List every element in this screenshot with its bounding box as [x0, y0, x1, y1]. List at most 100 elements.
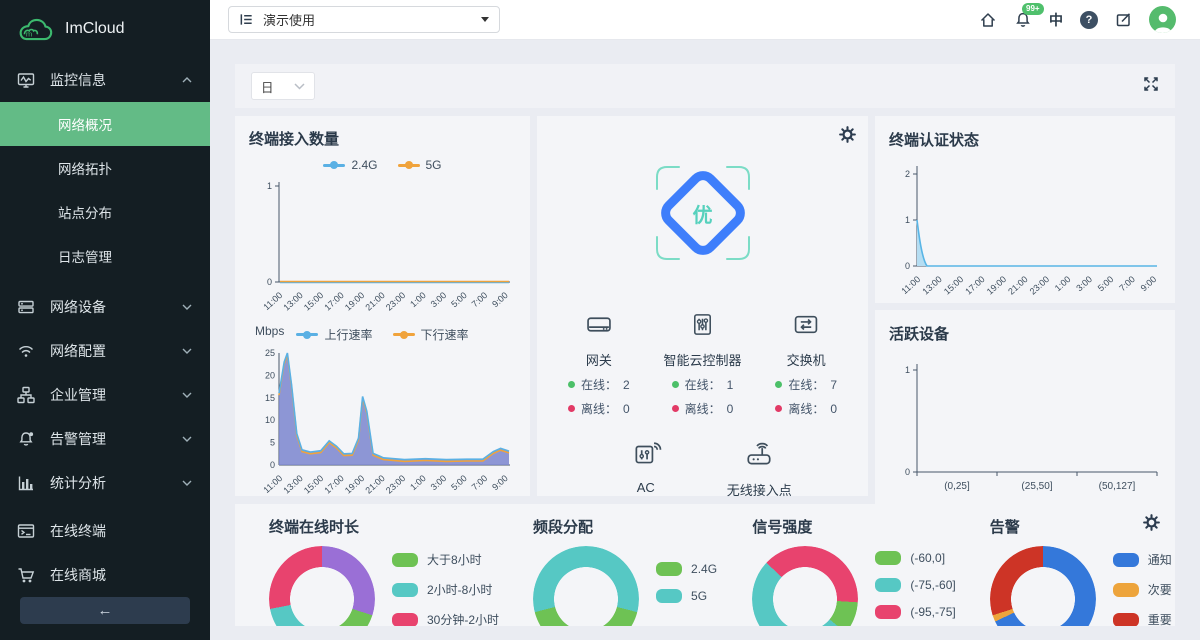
org-selector-value: 演示使用 — [263, 10, 315, 29]
offline-count: 0 — [727, 402, 734, 416]
svg-text:(50,127]: (50,127] — [1099, 481, 1136, 492]
svg-text:11:00: 11:00 — [899, 274, 922, 296]
settings-button[interactable] — [839, 126, 856, 148]
device-switch[interactable]: 交换机 在线：7 离线：0 — [754, 312, 858, 417]
fullscreen-button[interactable] — [1143, 76, 1159, 97]
home-icon — [979, 11, 997, 29]
svg-text:15: 15 — [265, 393, 275, 403]
sidebar-item-label: 网络设备 — [50, 297, 106, 317]
sidebar-item-label: 统计分析 — [50, 473, 106, 493]
switch-icon — [791, 312, 821, 337]
card-title: 信号强度 — [752, 516, 955, 537]
card-title: 活跃设备 — [889, 323, 1161, 344]
legend-item[interactable]: 5G — [656, 589, 717, 603]
card-title: 频段分配 — [533, 516, 718, 537]
health-grade-widget: 优 — [638, 148, 768, 278]
legend-swatch — [875, 605, 901, 619]
legend-item-downlink[interactable]: 下行速率 — [393, 326, 469, 343]
legend-item-24g[interactable]: 2.4G — [323, 158, 377, 172]
legend-item[interactable]: 2.4G — [656, 562, 717, 576]
legend-swatch — [875, 578, 901, 592]
svg-text:3:00: 3:00 — [429, 473, 449, 492]
svg-text:3:00: 3:00 — [429, 290, 449, 309]
legend-item[interactable]: 通知 — [1113, 551, 1172, 568]
card-title: 终端在线时长 — [269, 516, 499, 537]
sidebar-item-statistics[interactable]: 统计分析 — [0, 461, 210, 505]
notification-badge: 99+ — [1022, 3, 1044, 15]
legend-swatch — [1113, 553, 1139, 567]
legend-swatch — [392, 583, 418, 597]
sidebar-item-monitoring[interactable]: 监控信息 — [0, 58, 210, 102]
svg-text:7:00: 7:00 — [1117, 274, 1137, 293]
chevron-up-icon — [182, 77, 192, 83]
sidebar-subitem-network-topology[interactable]: 网络拓扑 — [0, 146, 210, 190]
sidebar-subitem-log-management[interactable]: 日志管理 — [0, 234, 210, 278]
card-title: 告警 — [990, 516, 1175, 537]
notifications-button[interactable]: 99+ — [1014, 11, 1032, 29]
alarm-section: 告警 通知 次要 重要 — [956, 516, 1175, 626]
gateway-icon — [584, 312, 614, 337]
sidebar-item-network-config[interactable]: 网络配置 — [0, 329, 210, 373]
legend-item[interactable]: (-75,-60] — [875, 578, 955, 592]
legend-swatch — [656, 589, 682, 603]
sidebar-subitem-site-distribution[interactable]: 站点分布 — [0, 190, 210, 234]
period-select[interactable]: 日 — [251, 72, 315, 100]
topbar: 演示使用 99+ 中 ? — [210, 0, 1200, 40]
language-toggle[interactable]: 中 — [1049, 10, 1063, 30]
legend-item-uplink[interactable]: 上行速率 — [296, 326, 372, 343]
throughput-chart-legend: Mbps 上行速率 下行速率 — [249, 326, 516, 343]
legend-marker — [296, 333, 318, 336]
sidebar-subitem-network-overview[interactable]: 网络概况 — [0, 102, 210, 146]
legend-item[interactable]: (-60,0] — [875, 551, 955, 565]
chevron-down-icon — [182, 392, 192, 398]
legend-swatch — [875, 551, 901, 565]
svg-text:11:00: 11:00 — [261, 290, 284, 312]
sidebar-item-label: 企业管理 — [50, 385, 106, 405]
svg-text:19:00: 19:00 — [343, 290, 366, 313]
expand-icon — [1143, 76, 1159, 92]
terminal-access-card: 终端接入数量 2.4G 5G 1 0 11:00 13:00 15:00 17:… — [235, 116, 530, 496]
sidebar-item-enterprise-management[interactable]: 企业管理 — [0, 373, 210, 417]
legend-item-5g[interactable]: 5G — [398, 158, 442, 172]
legend-marker — [393, 333, 415, 336]
user-icon — [1150, 9, 1176, 33]
signal-strength-donut — [752, 546, 858, 626]
sidebar-collapse-button[interactable]: ← — [20, 597, 190, 624]
svg-text:7:00: 7:00 — [470, 473, 490, 492]
legend-item[interactable]: (-95,-75] — [875, 605, 955, 619]
svg-text:13:00: 13:00 — [281, 473, 304, 496]
donut-legend: (-60,0] (-75,-60] (-95,-75] — [875, 546, 955, 626]
device-offline-stat: 离线：0 — [754, 400, 858, 417]
device-cloud-controller[interactable]: 智能云控制器 在线：1 离线：0 — [651, 312, 755, 417]
legend-item[interactable]: 2小时-8小时 — [392, 581, 499, 598]
sidebar-item-alarm-management[interactable]: 告警管理 — [0, 417, 210, 461]
help-button[interactable]: ? — [1080, 11, 1098, 29]
svg-text:23:00: 23:00 — [384, 290, 407, 313]
org-selector-dropdown[interactable]: 演示使用 — [228, 6, 500, 33]
sidebar-item-online-mall[interactable]: 在线商城 — [0, 553, 210, 597]
sidebar-item-label: 监控信息 — [50, 70, 106, 90]
home-button[interactable] — [979, 11, 997, 29]
x-axis-labels: 11:00 13:00 15:00 17:00 19:00 21:00 23:0… — [261, 473, 509, 496]
svg-text:19:00: 19:00 — [985, 274, 1008, 297]
terminal-access-chart: 1 0 11:00 13:00 15:00 17:00 19:00 21:00 … — [249, 176, 514, 324]
svg-text:9:00: 9:00 — [1139, 274, 1159, 293]
svg-text:0: 0 — [267, 277, 272, 287]
sidebar-item-online-terminal[interactable]: 在线终端 — [0, 509, 210, 553]
donut-legend: 通知 次要 重要 — [1113, 546, 1172, 626]
svg-text:17:00: 17:00 — [963, 274, 986, 297]
legend-item[interactable]: 次要 — [1113, 581, 1172, 598]
legend-item[interactable]: 重要 — [1113, 611, 1172, 626]
sidebar-item-network-devices[interactable]: 网络设备 — [0, 285, 210, 329]
feedback-button[interactable] — [1115, 11, 1132, 28]
band-allocation-section: 频段分配 2.4G 5G — [499, 516, 718, 626]
legend-item[interactable]: 30分钟-2小时 — [392, 611, 499, 626]
donut-legend: 大于8小时 2小时-8小时 30分钟-2小时 — [392, 546, 499, 626]
legend-item[interactable]: 大于8小时 — [392, 551, 499, 568]
online-count: 7 — [830, 378, 837, 392]
svg-text:21:00: 21:00 — [363, 473, 386, 496]
user-avatar[interactable] — [1149, 6, 1176, 33]
device-gateway[interactable]: 网关 在线：2 离线：0 — [547, 312, 651, 417]
svg-text:21:00: 21:00 — [1006, 274, 1029, 297]
device-status-row-1: 网关 在线：2 离线：0 智能云控制器 在线：1 离线：0 交换机 在线：7 离… — [547, 312, 858, 417]
